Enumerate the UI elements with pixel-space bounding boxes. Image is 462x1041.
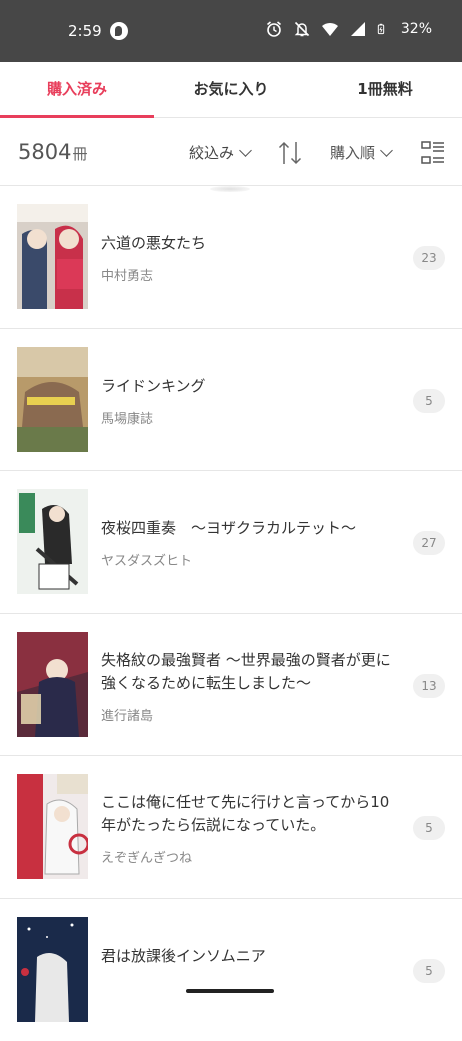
book-author: 馬場康誌: [101, 408, 153, 427]
list-item[interactable]: ここは俺に任せて先に行けと言ってから10年がたったら伝説になっていた。 えぞぎん…: [0, 756, 462, 899]
list-view-icon[interactable]: [421, 141, 445, 165]
tab-bar: 購入済み お気に入り 1冊無料: [0, 62, 462, 118]
list-item[interactable]: 君は放課後インソムニア 5: [0, 899, 462, 1041]
filter-label: 絞込み: [189, 142, 234, 163]
volume-count-badge: 13: [413, 674, 445, 698]
status-bar: 2:59 32%: [0, 0, 462, 62]
book-author: ヤスダスズヒト: [101, 550, 192, 569]
sort-order-label: 購入順: [330, 142, 375, 163]
status-icons: 32%: [265, 20, 432, 38]
volume-count-badge: 23: [413, 246, 445, 270]
book-cover: [17, 632, 88, 737]
book-cover: [17, 917, 88, 1022]
book-count-value: 5804: [18, 140, 71, 164]
book-author: 進行諸島: [101, 705, 153, 724]
book-author: 中村勇志: [101, 265, 153, 284]
book-title: ここは俺に任せて先に行けと言ってから10年がたったら伝説になっていた。: [101, 791, 401, 837]
book-cover: [17, 774, 88, 879]
home-indicator[interactable]: [186, 989, 274, 993]
book-title: 君は放課後インソムニア: [101, 945, 401, 968]
book-title: ライドンキング: [101, 375, 401, 398]
sort-direction-icon[interactable]: [277, 140, 303, 166]
tab-one-free[interactable]: 1冊無料: [308, 62, 462, 117]
book-count: 5804冊: [18, 140, 87, 164]
cell-signal-icon: [349, 20, 367, 38]
app-notification-icon: [110, 22, 128, 40]
book-title: 六道の悪女たち: [101, 232, 401, 255]
tab-favorites[interactable]: お気に入り: [154, 62, 308, 117]
filter-button[interactable]: 絞込み: [189, 142, 250, 163]
sort-order-button[interactable]: 購入順: [330, 142, 391, 163]
chevron-down-icon: [380, 144, 393, 157]
list-toolbar: 5804冊 絞込み 購入順: [0, 118, 462, 186]
book-title: 夜桜四重奏 ～ヨザクラカルテット～: [101, 517, 401, 540]
book-count-unit: 冊: [72, 145, 87, 163]
list-item[interactable]: ライドンキング 馬場康誌 5: [0, 329, 462, 472]
tab-purchased[interactable]: 購入済み: [0, 62, 154, 117]
list-item[interactable]: 夜桜四重奏 ～ヨザクラカルテット～ ヤスダスズヒト 27: [0, 471, 462, 614]
book-title: 失格紋の最強賢者 ～世界最強の賢者が更に強くなるために転生しました～: [101, 649, 401, 695]
chevron-down-icon: [239, 144, 252, 157]
volume-count-badge: 27: [413, 531, 445, 555]
book-cover: [17, 204, 88, 309]
notifications-off-icon: [293, 20, 311, 38]
volume-count-badge: 5: [413, 959, 445, 983]
wifi-icon: [321, 20, 339, 38]
list-item[interactable]: 失格紋の最強賢者 ～世界最強の賢者が更に強くなるために転生しました～ 進行諸島 …: [0, 614, 462, 757]
status-time: 2:59: [68, 22, 102, 40]
list-item[interactable]: 六道の悪女たち 中村勇志 23: [0, 186, 462, 329]
book-author: えぞぎんぎつね: [101, 847, 192, 866]
book-list: 六道の悪女たち 中村勇志 23 ライドンキング 馬場康誌 5: [0, 186, 462, 1041]
battery-icon: [377, 20, 389, 38]
battery-percentage: 32%: [401, 21, 432, 37]
book-cover: [17, 489, 88, 594]
book-cover: [17, 347, 88, 452]
volume-count-badge: 5: [413, 389, 445, 413]
alarm-icon: [265, 20, 283, 38]
volume-count-badge: 5: [413, 816, 445, 840]
